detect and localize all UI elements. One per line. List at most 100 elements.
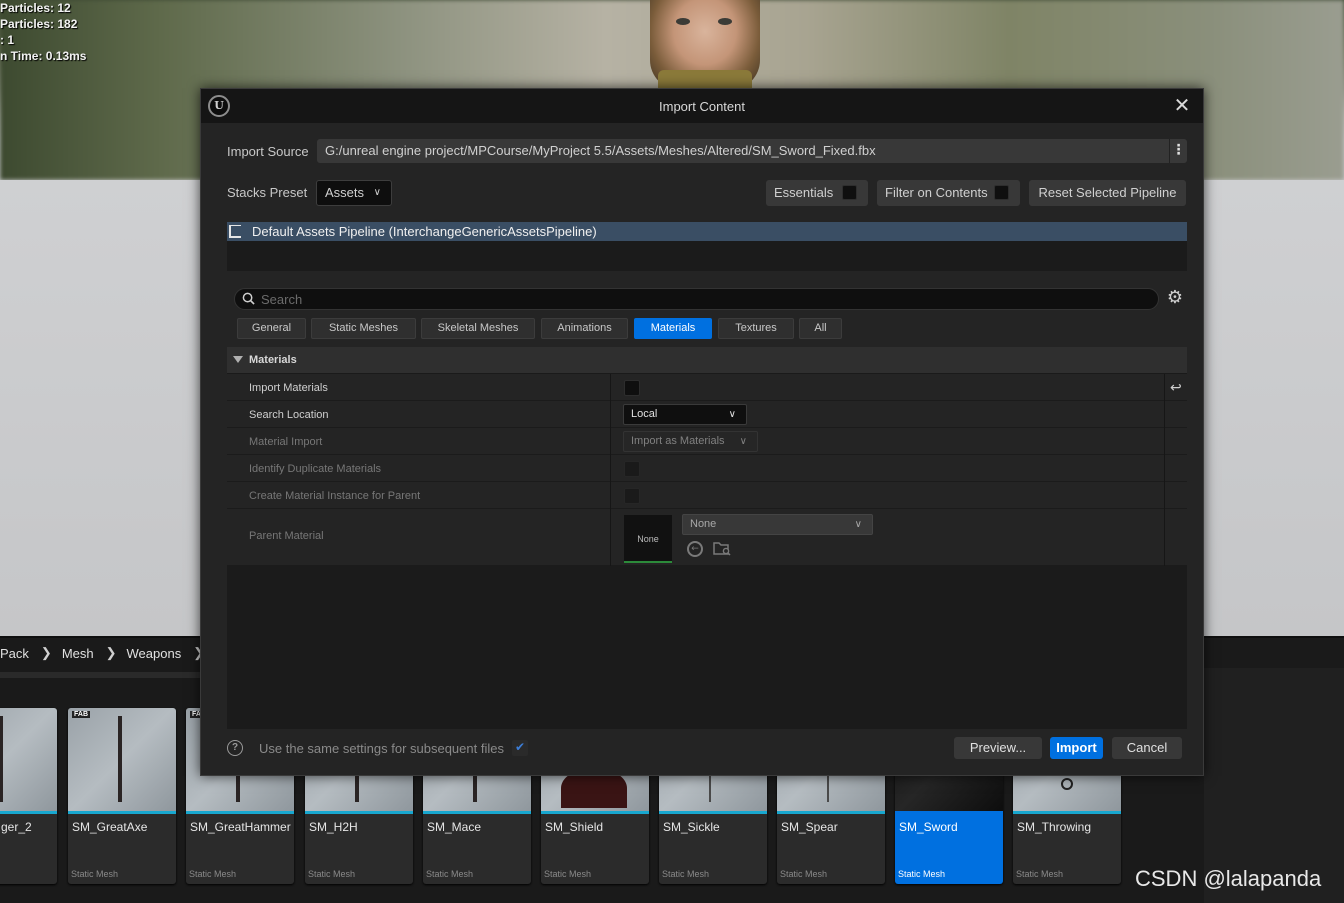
property-label: Create Material Instance for Parent	[249, 490, 421, 502]
stat-line: : 1	[0, 33, 15, 47]
details-panel: Materials Import Materials ↩ Search Loca…	[227, 347, 1187, 729]
viewport-stats: Particles: 12 Particles: 182 : 1 n Time:…	[0, 0, 86, 64]
pipeline-name: Default Assets Pipeline (InterchangeGene…	[252, 224, 597, 239]
essentials-checkbox[interactable]	[842, 185, 857, 200]
search-location-value: Local	[631, 408, 658, 420]
gear-icon[interactable]: ⚙	[1165, 288, 1185, 308]
import-source-label: Import Source	[227, 144, 309, 159]
column-divider	[1164, 482, 1165, 509]
more-options-icon[interactable]: ⋮	[1169, 139, 1187, 163]
close-button[interactable]: ✕	[1169, 93, 1195, 119]
tab-skeletal-meshes[interactable]: Skeletal Meshes	[421, 318, 535, 339]
checkmark-icon: ✔	[515, 740, 526, 754]
property-row: Parent Material None None ∨ ←	[227, 509, 1187, 566]
property-row: Search Location Local ∨	[227, 401, 1187, 428]
pipeline-row-selected[interactable]: Default Assets Pipeline (InterchangeGene…	[227, 222, 1187, 241]
import-button[interactable]: Import	[1050, 737, 1103, 759]
cancel-button[interactable]: Cancel	[1112, 737, 1182, 759]
section-title: Materials	[249, 354, 297, 366]
asset-name: ger_2	[1, 820, 32, 834]
chevron-down-icon: ∨	[373, 187, 381, 198]
search-field[interactable]	[234, 288, 1159, 310]
reset-selected-pipeline-button[interactable]: Reset Selected Pipeline	[1029, 180, 1186, 206]
filter-on-contents-toggle[interactable]: Filter on Contents	[877, 180, 1020, 206]
property-label: Identify Duplicate Materials	[249, 463, 382, 475]
tab-materials[interactable]: Materials	[634, 318, 712, 339]
breadcrumb-item[interactable]: Mesh	[62, 646, 100, 661]
asset-name: SM_Throwing	[1017, 820, 1092, 834]
asset-type: Static Mesh	[426, 869, 474, 879]
column-divider	[1164, 455, 1165, 482]
asset-type: Static Mesh	[71, 869, 119, 879]
parent-material-picker[interactable]: None ∨	[682, 514, 873, 535]
asset-tile[interactable]: ger_2	[0, 708, 57, 884]
create-instance-checkbox[interactable]	[624, 488, 640, 504]
preview-button[interactable]: Preview...	[954, 737, 1042, 759]
column-divider	[610, 428, 611, 455]
property-label: Import Materials	[249, 382, 328, 394]
reset-to-default-icon[interactable]: ↩	[1170, 380, 1182, 396]
stat-line: Particles: 182	[0, 17, 78, 31]
tab-all[interactable]: All	[799, 318, 842, 339]
search-location-dropdown[interactable]: Local ∨	[623, 404, 747, 425]
use-selected-asset-icon[interactable]: ←	[687, 541, 703, 557]
search-input[interactable]	[261, 291, 1141, 307]
import-source-field[interactable]: G:/unreal engine project/MPCourse/MyProj…	[317, 139, 1187, 163]
dialog-body: Import Source G:/unreal engine project/M…	[201, 123, 1203, 775]
breadcrumb-item[interactable]: Weapons	[127, 646, 188, 661]
mesh-preview	[1061, 778, 1073, 790]
tab-general[interactable]: General	[237, 318, 306, 339]
asset-tile[interactable]: FAB SM_GreatAxe Static Mesh	[68, 708, 176, 884]
column-divider	[1164, 509, 1165, 566]
breadcrumb: Pack ❯ Mesh ❯ Weapons ❯	[0, 642, 214, 664]
help-icon[interactable]: ?	[227, 740, 243, 756]
tab-animations[interactable]: Animations	[541, 318, 628, 339]
browse-folder-icon[interactable]	[713, 540, 731, 556]
dialog-titlebar[interactable]: U Import Content ✕	[201, 89, 1203, 123]
tab-textures[interactable]: Textures	[718, 318, 794, 339]
essentials-toggle[interactable]: Essentials	[766, 180, 868, 206]
mesh-preview	[118, 716, 122, 802]
column-divider	[610, 401, 611, 428]
import-source-path: G:/unreal engine project/MPCourse/MyProj…	[325, 143, 876, 158]
column-divider	[1164, 428, 1165, 455]
stat-line: n Time: 0.13ms	[0, 49, 87, 63]
materials-section-header[interactable]: Materials	[227, 347, 1187, 374]
pipeline-icon	[229, 225, 241, 238]
property-row: Material Import Import as Materials ∨	[227, 428, 1187, 455]
column-divider	[610, 374, 611, 401]
close-icon: ✕	[1173, 93, 1191, 117]
asset-name: SM_Mace	[427, 820, 482, 834]
asset-type: Static Mesh	[308, 869, 356, 879]
stacks-preset-dropdown[interactable]: Assets ∨	[316, 180, 392, 206]
identify-duplicates-checkbox[interactable]	[624, 461, 640, 477]
asset-type: Static Mesh	[898, 869, 946, 879]
search-icon	[242, 292, 255, 305]
asset-name: SM_Sickle	[663, 820, 720, 834]
asset-type: Static Mesh	[1016, 869, 1064, 879]
column-divider	[610, 509, 611, 566]
mesh-preview	[0, 716, 3, 802]
character-preview	[650, 0, 760, 90]
filter-on-contents-checkbox[interactable]	[994, 185, 1009, 200]
stacks-preset-label: Stacks Preset	[227, 185, 308, 200]
breadcrumb-item[interactable]: Pack	[0, 646, 35, 661]
dialog-title: Import Content	[659, 99, 745, 114]
asset-thumbnail: FAB	[68, 708, 176, 814]
stat-line: Particles: 12	[0, 1, 71, 15]
property-row: Identify Duplicate Materials	[227, 455, 1187, 482]
tab-static-meshes[interactable]: Static Meshes	[311, 318, 416, 339]
stacks-preset-value: Assets	[325, 185, 365, 200]
asset-type: Static Mesh	[662, 869, 710, 879]
asset-type: Static Mesh	[544, 869, 592, 879]
material-import-dropdown[interactable]: Import as Materials ∨	[623, 431, 758, 452]
chevron-down-icon: ∨	[739, 436, 747, 447]
same-settings-checkbox[interactable]: ✔	[512, 740, 528, 756]
material-thumbnail[interactable]: None	[624, 515, 672, 563]
asset-name: SM_H2H	[309, 820, 358, 834]
import-materials-checkbox[interactable]	[624, 380, 640, 396]
watermark: CSDN @lalapanda	[1135, 866, 1322, 891]
property-label: Material Import	[249, 436, 323, 448]
column-divider	[610, 482, 611, 509]
chevron-down-icon: ∨	[728, 409, 736, 420]
